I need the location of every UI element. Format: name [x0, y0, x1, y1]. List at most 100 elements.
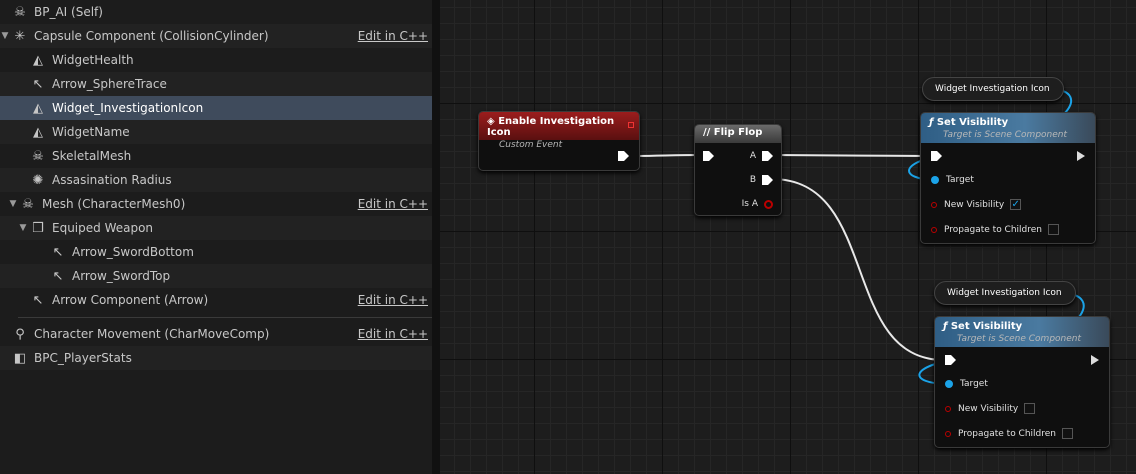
- flipflop-header: // Flip Flop: [695, 125, 781, 143]
- tree-item-mesh[interactable]: ▼ ☠ Mesh (CharacterMesh0) Edit in C++: [0, 192, 432, 216]
- tree-item-character-movement[interactable]: ⚲ Character Movement (CharMoveComp) Edit…: [0, 322, 432, 346]
- skull-actor-icon: ☠: [14, 4, 26, 20]
- exec-in-pin[interactable]: [931, 151, 942, 161]
- tree-item-label: Mesh (CharacterMesh0): [42, 197, 186, 211]
- flipflop-title: Flip Flop: [713, 127, 763, 138]
- event-node-header: ◈ Enable Investigation Icon Custom Event: [479, 112, 639, 150]
- skeleton-icon: ☠: [32, 148, 44, 164]
- tree-item-widgethealth[interactable]: ◭ WidgetHealth: [0, 48, 432, 72]
- collapse-arrow-icon[interactable]: ▼: [0, 31, 10, 41]
- exec-out-pin[interactable]: [1091, 355, 1099, 365]
- tree-item-widgetname[interactable]: ◭ WidgetName: [0, 120, 432, 144]
- set-visibility-subtitle: Target is Scene Component: [957, 334, 1082, 344]
- set-visibility-node-1[interactable]: ƒ Set Visibility Target is Scene Compone…: [920, 112, 1096, 244]
- propagate-pin[interactable]: Propagate to Children: [931, 224, 1060, 235]
- tree-item-widget-investigationicon[interactable]: ◭ Widget_InvestigationIcon: [0, 96, 432, 120]
- tree-item-label: Character Movement (CharMoveComp): [34, 327, 270, 341]
- flipflop-icon: //: [703, 127, 711, 138]
- target-label: Target: [946, 175, 974, 185]
- event-diamond-icon: ◈: [487, 116, 495, 127]
- propagate-pin[interactable]: Propagate to Children: [945, 428, 1074, 439]
- new-visibility-label: New Visibility: [958, 403, 1019, 414]
- tree-item-arrow-swordbottom[interactable]: ↖ Arrow_SwordBottom: [0, 240, 432, 264]
- collapse-arrow-icon[interactable]: ▼: [18, 223, 28, 233]
- tree-item-arrow-swordtop[interactable]: ↖ Arrow_SwordTop: [0, 264, 432, 288]
- target-pin[interactable]: Target: [931, 175, 974, 185]
- edit-in-cpp-link[interactable]: Edit in C++: [358, 293, 428, 307]
- propagate-label: Propagate to Children: [944, 224, 1043, 235]
- new-visibility-pin[interactable]: New Visibility ✓: [931, 199, 1022, 210]
- edit-in-cpp-link[interactable]: Edit in C++: [358, 327, 428, 341]
- arrow-icon: ↖: [52, 244, 64, 260]
- skeleton-icon: ☠: [22, 196, 34, 212]
- tree-item-arrow-spheretrace[interactable]: ↖ Arrow_SphereTrace: [0, 72, 432, 96]
- exec-wire-b-to-setvis2: [771, 178, 945, 361]
- tree-item-equiped-weapon[interactable]: ▼ ❒ Equiped Weapon: [0, 216, 432, 240]
- collapse-arrow-icon[interactable]: ▼: [8, 199, 18, 209]
- exec-in-pin[interactable]: [945, 355, 956, 365]
- tree-item-label: Capsule Component (CollisionCylinder): [34, 29, 269, 43]
- tree-item-label: Equiped Weapon: [52, 221, 154, 235]
- panel-splitter[interactable]: [432, 0, 440, 474]
- tree-item-label: Arrow_SwordBottom: [72, 245, 194, 259]
- widget-icon: ◭: [33, 52, 43, 68]
- tree-item-bpc-playerstats[interactable]: ◧ BPC_PlayerStats: [0, 346, 432, 370]
- actor-component-icon: ◧: [13, 350, 27, 366]
- variable-label: Widget Investigation Icon: [947, 288, 1062, 298]
- tree-divider: [18, 317, 432, 318]
- target-pin[interactable]: Target: [945, 379, 988, 389]
- arrow-icon: ↖: [32, 76, 44, 92]
- set-visibility-title: Set Visibility: [950, 321, 1023, 332]
- propagate-checkbox[interactable]: [1048, 224, 1060, 235]
- widget-variable-node-2[interactable]: Widget Investigation Icon: [934, 281, 1076, 305]
- target-label: Target: [960, 379, 988, 389]
- exec-out-pin[interactable]: [618, 151, 629, 161]
- pin-isa-label: Is A: [741, 199, 758, 209]
- set-visibility-subtitle: Target is Scene Component: [943, 130, 1068, 140]
- set-visibility-title: Set Visibility: [936, 117, 1009, 128]
- tree-item-assasination-radius[interactable]: ✺ Assasination Radius: [0, 168, 432, 192]
- new-visibility-checkbox[interactable]: [1024, 403, 1036, 414]
- new-visibility-checkbox[interactable]: ✓: [1010, 199, 1022, 210]
- set-visibility-node-2[interactable]: ƒ Set Visibility Target is Scene Compone…: [934, 316, 1110, 448]
- exec-out-pin[interactable]: [1077, 151, 1085, 161]
- new-visibility-pin[interactable]: New Visibility: [945, 403, 1036, 414]
- capsule-icon: ✳: [14, 28, 26, 44]
- tree-item-label: Arrow Component (Arrow): [52, 293, 209, 307]
- set-visibility-header: ƒ Set Visibility Target is Scene Compone…: [921, 113, 1095, 143]
- static-mesh-icon: ❒: [32, 220, 44, 236]
- tree-item-capsule-component[interactable]: ▼ ✳ Capsule Component (CollisionCylinder…: [0, 24, 432, 48]
- event-node-title: Enable Investigation Icon: [487, 116, 615, 138]
- tree-item-label: BPC_PlayerStats: [34, 351, 132, 365]
- custom-event-node[interactable]: ◈ Enable Investigation Icon Custom Event: [478, 111, 640, 171]
- flipflop-exec-in-pin[interactable]: [703, 151, 714, 161]
- tree-item-label: BP_AI (Self): [34, 5, 103, 19]
- tree-item-skeletalmesh[interactable]: ☠ SkeletalMesh: [0, 144, 432, 168]
- tree-item-label: WidgetName: [52, 125, 130, 139]
- tree-item-label: WidgetHealth: [52, 53, 134, 67]
- tree-item-arrow-component[interactable]: ↖ Arrow Component (Arrow) Edit in C++: [0, 288, 432, 312]
- event-graph-canvas[interactable]: ◈ Enable Investigation Icon Custom Event…: [440, 0, 1136, 474]
- edit-in-cpp-link[interactable]: Edit in C++: [358, 29, 428, 43]
- tree-item-label: Arrow_SphereTrace: [52, 77, 167, 91]
- tree-item-label: SkeletalMesh: [52, 149, 132, 163]
- propagate-checkbox[interactable]: [1062, 428, 1074, 439]
- delegate-pin[interactable]: [628, 122, 634, 128]
- movement-icon: ⚲: [15, 326, 25, 342]
- pin-b-label: B: [749, 175, 756, 185]
- widget-icon: ◭: [33, 100, 43, 116]
- function-icon: ƒ: [929, 117, 934, 128]
- pin-a-label: A: [749, 151, 756, 161]
- arrow-icon: ↖: [32, 292, 44, 308]
- event-node-subtitle: Custom Event: [499, 140, 563, 150]
- edit-in-cpp-link[interactable]: Edit in C++: [358, 197, 428, 211]
- propagate-label: Propagate to Children: [958, 428, 1057, 439]
- new-visibility-label: New Visibility: [944, 199, 1005, 210]
- tree-item-self[interactable]: ☠ BP_AI (Self): [0, 0, 432, 24]
- widget-variable-node-1[interactable]: Widget Investigation Icon: [922, 77, 1064, 101]
- flipflop-node[interactable]: // Flip Flop A B Is A: [694, 124, 782, 216]
- tree-item-label: Arrow_SwordTop: [72, 269, 171, 283]
- flipflop-pin-b[interactable]: B: [750, 175, 773, 185]
- flipflop-pin-isa[interactable]: Is A: [742, 199, 773, 209]
- flipflop-pin-a[interactable]: A: [750, 151, 773, 161]
